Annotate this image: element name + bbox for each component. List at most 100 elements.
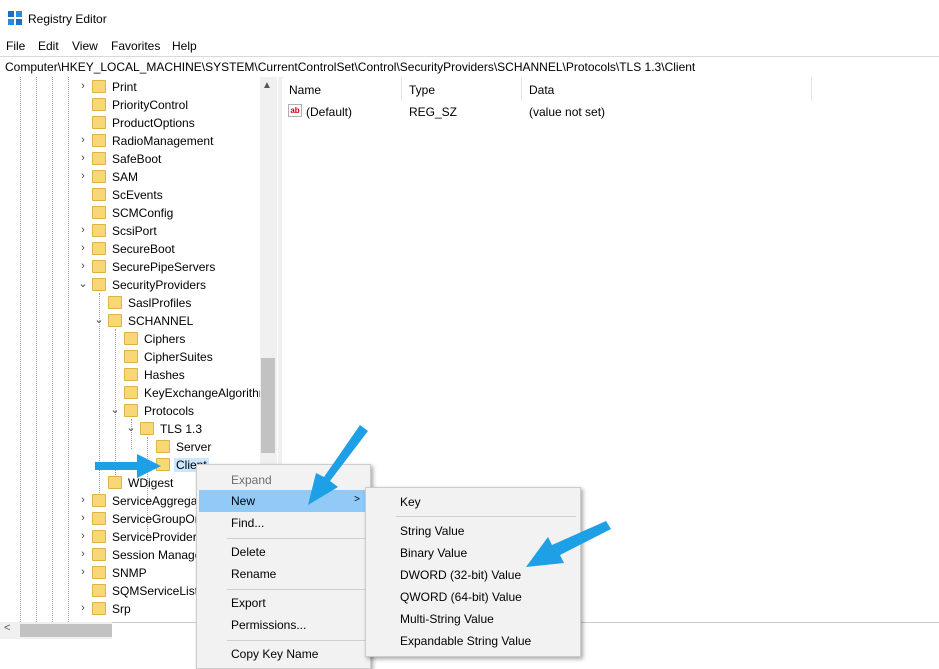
tree-item[interactable]: › SafeBoot	[0, 150, 260, 168]
tree-item-label[interactable]: TLS 1.3	[160, 422, 202, 436]
tree-item-label[interactable]: SCMConfig	[112, 206, 173, 220]
tree-item-label[interactable]: Session Manager	[112, 548, 205, 562]
tree-item-label[interactable]: PriorityControl	[112, 98, 188, 112]
chevron-right-icon[interactable]: ›	[78, 243, 88, 254]
menu-favorites[interactable]: Favorites	[111, 39, 160, 53]
tree-item-label[interactable]: KeyExchangeAlgorithms	[144, 386, 275, 400]
folder-icon	[156, 440, 170, 453]
tree-item[interactable]: ScEvents	[0, 186, 260, 204]
tree-item[interactable]: KeyExchangeAlgorithms	[0, 384, 275, 402]
column-header-type[interactable]: Type	[409, 83, 435, 97]
menu-item-key[interactable]: Key	[368, 491, 578, 513]
chevron-right-icon[interactable]: ›	[78, 603, 88, 614]
chevron-right-icon[interactable]: ›	[78, 81, 88, 92]
column-header-name[interactable]: Name	[289, 83, 321, 97]
chevron-right-icon[interactable]: ›	[78, 153, 88, 164]
chevron-right-icon[interactable]: ›	[78, 531, 88, 542]
column-divider[interactable]	[521, 77, 522, 101]
tree-item-label[interactable]: SecurityProviders	[112, 278, 206, 292]
tree-item-label[interactable]: Print	[112, 80, 137, 94]
annotation-arrow-icon	[308, 425, 368, 505]
tree-item-label[interactable]: Protocols	[144, 404, 194, 418]
folder-icon	[92, 494, 106, 507]
folder-icon	[92, 206, 106, 219]
tree-item-label[interactable]: SafeBoot	[112, 152, 161, 166]
chevron-right-icon[interactable]: ›	[78, 549, 88, 560]
folder-icon	[92, 188, 106, 201]
tree-item[interactable]: › SAM	[0, 168, 260, 186]
menu-item-rename[interactable]: Rename	[199, 563, 368, 585]
menu-item-delete[interactable]: Delete	[199, 541, 368, 563]
chevron-down-icon[interactable]: ⌄	[78, 279, 88, 290]
tree-item[interactable]: Hashes	[0, 366, 260, 384]
menu-view[interactable]: View	[72, 39, 98, 53]
tree-item-label[interactable]: ServiceProvider	[112, 530, 197, 544]
tree-item-label[interactable]: ProductOptions	[112, 116, 195, 130]
menu-file[interactable]: File	[6, 39, 25, 53]
chevron-down-icon[interactable]: ⌄	[126, 423, 136, 434]
menu-item-multi-string-value[interactable]: Multi-String Value	[368, 608, 578, 630]
chevron-right-icon[interactable]: ›	[78, 513, 88, 524]
tree-item-label[interactable]: SQMServiceList	[112, 584, 198, 598]
tree-vertical-scroll-thumb[interactable]	[261, 358, 275, 453]
window-title: Registry Editor	[28, 12, 107, 26]
address-bar[interactable]: Computer\HKEY_LOCAL_MACHINE\SYSTEM\Curre…	[0, 56, 939, 78]
tree-item-label[interactable]: WDigest	[128, 476, 173, 490]
tree-item[interactable]: ⌄ SCHANNEL	[0, 312, 260, 330]
tree-item[interactable]: ⌄ Protocols	[0, 402, 260, 420]
menu-item-expandable-string-value[interactable]: Expandable String Value	[368, 630, 578, 652]
tree-item-label[interactable]: ScsiPort	[112, 224, 157, 238]
column-header-data[interactable]: Data	[529, 83, 554, 97]
tree-item-label[interactable]: SecurePipeServers	[112, 260, 215, 274]
menu-separator	[227, 538, 366, 539]
tree-item-label[interactable]: Srp	[112, 602, 131, 616]
menu-item-find[interactable]: Find...	[199, 512, 368, 534]
value-name[interactable]: (Default)	[306, 105, 352, 119]
tree-item-label[interactable]: SNMP	[112, 566, 147, 580]
chevron-right-icon[interactable]: ›	[78, 135, 88, 146]
chevron-right-icon[interactable]: ›	[78, 495, 88, 506]
tree-item[interactable]: CipherSuites	[0, 348, 260, 366]
tree-item[interactable]: › RadioManagement	[0, 132, 260, 150]
tree-item-label[interactable]: CipherSuites	[144, 350, 213, 364]
column-divider[interactable]	[811, 77, 812, 101]
tree-item-label[interactable]: SaslProfiles	[128, 296, 191, 310]
tree-item-label[interactable]: Ciphers	[144, 332, 185, 346]
menu-separator	[396, 516, 576, 517]
scroll-left-icon[interactable]: <	[4, 622, 10, 634]
tree-item[interactable]: › ScsiPort	[0, 222, 260, 240]
menu-item-permissions[interactable]: Permissions...	[199, 614, 368, 636]
chevron-down-icon[interactable]: ⌄	[110, 405, 120, 416]
menu-edit[interactable]: Edit	[38, 39, 59, 53]
menu-item-qword-value[interactable]: QWORD (64-bit) Value	[368, 586, 578, 608]
tree-item-label[interactable]: SCHANNEL	[128, 314, 193, 328]
address-path[interactable]: Computer\HKEY_LOCAL_MACHINE\SYSTEM\Curre…	[5, 60, 695, 74]
tree-item[interactable]: › SecurePipeServers	[0, 258, 260, 276]
menu-help[interactable]: Help	[172, 39, 197, 53]
tree-item[interactable]: ⌄ SecurityProviders	[0, 276, 260, 294]
column-divider[interactable]	[401, 77, 402, 101]
tree-item[interactable]: SaslProfiles	[0, 294, 260, 312]
tree-item[interactable]: ⌄ TLS 1.3	[0, 420, 260, 438]
tree-item[interactable]: SCMConfig	[0, 204, 260, 222]
tree-item[interactable]: Ciphers	[0, 330, 260, 348]
chevron-right-icon[interactable]: ›	[78, 567, 88, 578]
scroll-up-icon[interactable]: ▲	[262, 80, 272, 91]
tree-item[interactable]: ProductOptions	[0, 114, 260, 132]
chevron-right-icon[interactable]: ›	[78, 171, 88, 182]
tree-item-label[interactable]: Hashes	[144, 368, 185, 382]
tree-item[interactable]: › SecureBoot	[0, 240, 260, 258]
menu-item-copy-key-name[interactable]: Copy Key Name	[199, 643, 368, 665]
chevron-down-icon[interactable]: ⌄	[94, 315, 104, 326]
tree-item-label[interactable]: ScEvents	[112, 188, 163, 202]
tree-item[interactable]: › Print	[0, 78, 260, 96]
title-bar: Registry Editor	[0, 0, 939, 37]
tree-item-label[interactable]: RadioManagement	[112, 134, 213, 148]
tree-item-label[interactable]: SecureBoot	[112, 242, 175, 256]
chevron-right-icon[interactable]: ›	[78, 261, 88, 272]
tree-item-label[interactable]: SAM	[112, 170, 138, 184]
tree-item-label[interactable]: Server	[176, 440, 211, 454]
menu-item-export[interactable]: Export	[199, 592, 368, 614]
chevron-right-icon[interactable]: ›	[78, 225, 88, 236]
tree-item[interactable]: PriorityControl	[0, 96, 260, 114]
